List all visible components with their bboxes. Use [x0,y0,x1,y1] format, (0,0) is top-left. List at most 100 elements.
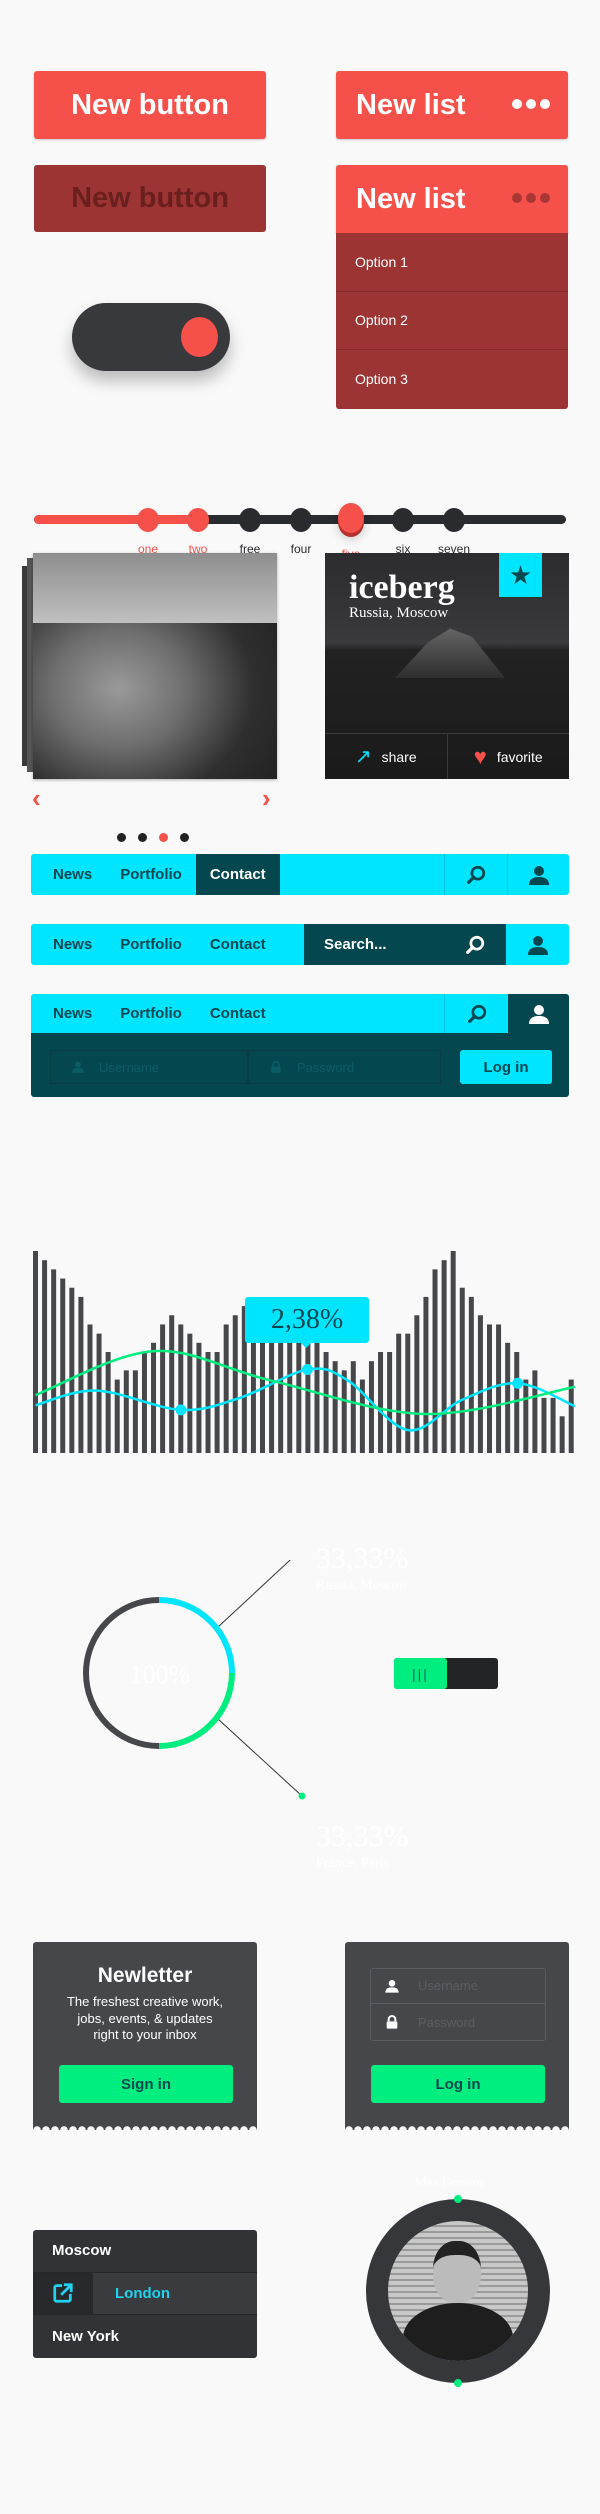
new-button-pressed[interactable]: New button [34,165,266,232]
city-label: London [115,2284,170,2302]
user-button[interactable] [508,994,569,1033]
chart-bar [214,1352,220,1453]
chart-bar [87,1324,93,1453]
chart-marker [512,1377,524,1389]
more-icon[interactable] [512,99,550,109]
chart-bar [468,1296,474,1453]
toggle-switch[interactable] [72,303,230,371]
list-expanded-header[interactable]: New list [336,165,568,233]
list-title: New list [356,88,466,121]
chart-bar [387,1352,393,1453]
callout-place: Russia, Moscow [316,1578,409,1593]
more-icon[interactable] [512,193,550,203]
nav-contact[interactable]: Contact [195,854,280,895]
share-icon: ↗ [354,746,372,768]
navbar-1: News Portfolio Contact [31,854,569,895]
chart-bar [477,1315,483,1453]
star-bookmark-icon[interactable]: ★ [499,553,542,597]
login-card: Username Password Log in [345,1942,569,2122]
status-dot [454,2379,462,2387]
chart-bar [323,1352,329,1453]
password-field[interactable]: Password [248,1050,441,1084]
chart-bar [568,1379,574,1453]
nav-portfolio[interactable]: Portfolio [106,854,196,895]
carousel-dot[interactable] [117,833,126,842]
search-input[interactable]: Search... [304,924,506,965]
user-button[interactable] [507,854,569,895]
password-placeholder: Password [418,2014,476,2030]
password-placeholder: Password [297,1059,355,1075]
list-option[interactable]: Option 3 [336,350,568,409]
nav-news[interactable]: News [31,994,106,1033]
chart-bar [423,1296,429,1453]
step-dot[interactable] [392,508,414,532]
city-item-london[interactable]: London [33,2272,257,2316]
carousel-dot[interactable] [159,833,168,842]
login-button[interactable]: Log in [460,1050,552,1084]
username-field[interactable]: Username [50,1050,248,1084]
city-list: Moscow London New York [33,2230,257,2358]
chart-bar [132,1370,138,1453]
nav-portfolio[interactable]: Portfolio [106,994,196,1033]
username-placeholder: Username [99,1059,159,1075]
stepper-fill [34,515,198,524]
callout-value: 33,33% [316,1542,409,1575]
step-dot[interactable] [338,503,364,533]
step-dot[interactable] [187,508,209,532]
search-button[interactable] [444,854,507,895]
chart-bar [505,1342,511,1453]
step-dot[interactable] [239,508,261,532]
chart-bar [314,1342,320,1453]
list-option[interactable]: Option 1 [336,233,568,292]
newsletter-card: Newletter The freshest creative work, jo… [33,1942,257,2122]
step-dot[interactable] [290,508,312,532]
sign-in-button[interactable]: Sign in [59,2065,233,2103]
avatar[interactable] [366,2199,550,2383]
list-title: New list [356,182,466,215]
prev-arrow-icon[interactable]: ‹ [32,783,41,814]
heart-icon: ♥ [473,743,487,769]
user-icon [526,933,550,957]
card-subtitle: Russia, Moscow [349,605,449,621]
list-option[interactable]: Option 2 [336,292,568,351]
callout-line [217,1560,291,1628]
nav-contact[interactable]: Contact [196,924,280,965]
chart-bar [341,1370,347,1453]
search-button[interactable] [444,994,508,1033]
donut-chart [83,1560,306,1800]
login-button[interactable]: Log in [371,2065,545,2103]
new-button[interactable]: New button [34,71,266,139]
city-item-new-york[interactable]: New York [33,2315,257,2358]
switch-handle[interactable]: ||| [394,1658,447,1689]
list-collapsed-header[interactable]: New list [336,71,568,139]
carousel-dot[interactable] [180,833,189,842]
search-icon [465,864,487,886]
chart-bar [160,1324,166,1453]
nav-portfolio[interactable]: Portfolio [106,924,196,965]
lock-icon [384,2014,400,2030]
city-item-moscow[interactable]: Moscow [33,2230,257,2273]
nav-contact[interactable]: Contact [196,994,280,1033]
chart-bar [532,1370,538,1453]
share-button[interactable]: ↗ share [325,734,448,779]
next-arrow-icon[interactable]: › [262,783,271,814]
carousel-dot[interactable] [138,833,147,842]
chart-bar [523,1379,529,1453]
step-dot[interactable] [137,508,159,532]
step-dot[interactable] [443,508,465,532]
chart-bar [196,1342,202,1453]
chart-bar [205,1352,211,1453]
password-field[interactable]: Password [370,2004,546,2040]
chart-bar [33,1251,38,1453]
user-button[interactable] [507,924,569,965]
slide-switch[interactable]: ||| [394,1658,498,1689]
favorite-button[interactable]: ♥ favorite [448,734,570,779]
username-placeholder: Username [418,1978,478,1993]
chart-bar [396,1333,402,1453]
username-field[interactable]: Username [370,1968,546,2004]
nav-news[interactable]: News [31,924,106,965]
chart-bar [187,1333,193,1453]
chart-bar [450,1251,456,1453]
chart-bar [42,1260,48,1453]
nav-news[interactable]: News [31,854,106,895]
